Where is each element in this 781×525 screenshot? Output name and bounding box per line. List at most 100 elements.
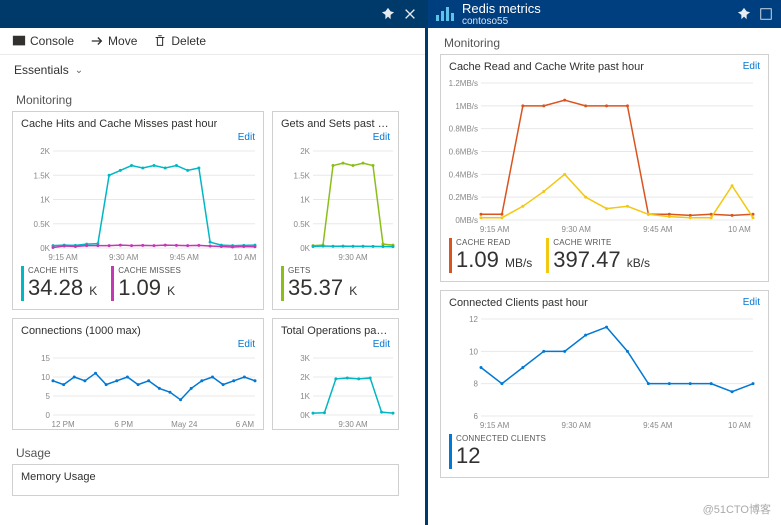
svg-text:9:15 AM: 9:15 AM: [480, 225, 510, 234]
svg-text:9:30 AM: 9:30 AM: [562, 225, 592, 234]
usage-section-label: Usage: [12, 438, 421, 464]
svg-text:9:30 AM: 9:30 AM: [109, 253, 139, 262]
svg-text:9:45 AM: 9:45 AM: [643, 225, 673, 234]
svg-text:8: 8: [474, 380, 479, 389]
pin-icon[interactable]: [737, 7, 751, 21]
tile-title: Gets and Sets past ho...: [281, 118, 390, 130]
svg-text:1.5K: 1.5K: [34, 171, 51, 180]
metric-unit: K: [349, 284, 357, 298]
svg-text:0.2MB/s: 0.2MB/s: [449, 193, 478, 202]
move-button[interactable]: Move: [90, 34, 137, 48]
svg-text:0.6MB/s: 0.6MB/s: [449, 148, 478, 157]
essentials-toggle[interactable]: Essentials ⌄: [0, 55, 425, 85]
metric-value: 397.47: [553, 247, 620, 272]
svg-text:1K: 1K: [40, 196, 50, 205]
svg-text:10 AM: 10 AM: [728, 421, 751, 430]
svg-text:0K: 0K: [40, 244, 50, 253]
svg-text:9:45 AM: 9:45 AM: [643, 421, 673, 430]
metric-unit: kB/s: [627, 256, 650, 270]
svg-text:9:30 AM: 9:30 AM: [562, 421, 592, 430]
pin-icon[interactable]: [381, 7, 395, 21]
svg-text:0MB/s: 0MB/s: [455, 216, 478, 225]
svg-text:1MB/s: 1MB/s: [455, 102, 478, 111]
svg-text:2K: 2K: [40, 147, 50, 156]
metric-label: CACHE MISSES: [118, 266, 181, 275]
chart-total-ops: 0K1K2K3K9:30 AM: [273, 350, 398, 429]
edit-link[interactable]: Edit: [743, 297, 760, 309]
svg-text:9:30 AM: 9:30 AM: [338, 420, 368, 429]
svg-text:6: 6: [474, 412, 479, 421]
svg-text:0K: 0K: [300, 411, 310, 420]
svg-text:6 PM: 6 PM: [114, 420, 133, 429]
svg-text:1.5K: 1.5K: [294, 171, 311, 180]
svg-text:1K: 1K: [300, 392, 310, 401]
delete-icon: [153, 34, 167, 48]
tile-memory-usage[interactable]: Memory Usage: [12, 464, 399, 496]
svg-text:0: 0: [46, 411, 51, 420]
metric-label: CACHE READ: [456, 238, 532, 247]
tile-connections[interactable]: Connections (1000 max) Edit 05101512 PM6…: [12, 318, 264, 430]
svg-text:1.2MB/s: 1.2MB/s: [449, 79, 478, 88]
svg-text:2K: 2K: [300, 373, 310, 382]
console-icon: [12, 34, 26, 48]
metric-value: 1.09: [118, 275, 161, 300]
tile-connected-clients[interactable]: Connected Clients past hour Edit 6 8 10 12 9…: [440, 290, 769, 478]
chart-cache-hm: 0K0.5K1K1.5K2K9:15 AM9:30 AM9:45 AM10 AM: [13, 143, 263, 262]
tile-title: Cache Hits and Cache Misses past hour: [21, 118, 217, 130]
metric-label: GETS: [288, 266, 357, 275]
tile-title: Connected Clients past hour: [449, 297, 588, 309]
chart-cache-rw: 0MB/s 0.2MB/s 0.4MB/s 0.6MB/s 0.8MB/s 1MB/s 1.…: [441, 75, 768, 234]
svg-text:0.4MB/s: 0.4MB/s: [449, 170, 478, 179]
move-icon: [90, 34, 104, 48]
edit-link[interactable]: Edit: [373, 339, 390, 350]
svg-text:12 PM: 12 PM: [52, 420, 75, 429]
metric-unit: K: [89, 284, 97, 298]
metric-label: CACHE HITS: [28, 266, 97, 275]
blade-title: Redis metrics: [462, 1, 541, 16]
watermark: @51CTO博客: [703, 501, 771, 517]
delete-label: Delete: [171, 34, 206, 48]
metric-unit: MB/s: [505, 256, 532, 270]
svg-text:6 AM: 6 AM: [236, 420, 255, 429]
svg-text:5: 5: [46, 392, 51, 401]
edit-link[interactable]: Edit: [743, 61, 760, 73]
svg-text:10: 10: [41, 373, 50, 382]
metric-label: CACHE WRITE: [553, 238, 650, 247]
svg-text:0.5K: 0.5K: [294, 220, 311, 229]
tile-cache-read-write[interactable]: Cache Read and Cache Write past hour Edi…: [440, 54, 769, 282]
edit-link[interactable]: Edit: [238, 339, 255, 350]
metric-value: 1.09: [456, 247, 499, 272]
svg-text:9:30 AM: 9:30 AM: [338, 253, 368, 262]
svg-text:0.8MB/s: 0.8MB/s: [449, 125, 478, 134]
svg-text:10 AM: 10 AM: [728, 225, 751, 234]
chart-connections: 05101512 PM6 PMMay 246 AM: [13, 350, 263, 429]
svg-text:May 24: May 24: [171, 420, 198, 429]
tile-title: Cache Read and Cache Write past hour: [449, 61, 644, 73]
edit-link[interactable]: Edit: [238, 132, 255, 143]
move-label: Move: [108, 34, 137, 48]
close-icon[interactable]: [403, 7, 417, 21]
edit-link[interactable]: Edit: [373, 132, 390, 143]
tile-gets-sets[interactable]: Gets and Sets past ho... Edit 0K0.5K1K1.…: [272, 111, 399, 310]
svg-text:9:15 AM: 9:15 AM: [48, 253, 78, 262]
svg-text:0.5K: 0.5K: [34, 220, 51, 229]
monitoring-section-label: Monitoring: [440, 28, 769, 54]
essentials-label: Essentials: [14, 63, 69, 77]
metric-value: 34.28: [28, 275, 83, 300]
svg-text:2K: 2K: [300, 147, 310, 156]
metric-value: 12: [456, 443, 480, 468]
chart-gets-sets: 0K0.5K1K1.5K2K9:30 AM: [273, 143, 398, 262]
svg-text:1K: 1K: [300, 196, 310, 205]
svg-text:10: 10: [469, 347, 478, 356]
delete-button[interactable]: Delete: [153, 34, 206, 48]
maximize-icon[interactable]: [759, 7, 773, 21]
svg-text:12: 12: [469, 315, 478, 324]
svg-text:9:15 AM: 9:15 AM: [480, 421, 510, 430]
tile-cache-hits-misses[interactable]: Cache Hits and Cache Misses past hour Ed…: [12, 111, 264, 310]
tile-total-ops[interactable]: Total Operations past... Edit 0K1K2K3K9:…: [272, 318, 399, 430]
monitoring-section-label: Monitoring: [12, 85, 421, 111]
toolbar: Console Move Delete: [0, 28, 425, 55]
tile-title: Total Operations past...: [281, 325, 390, 337]
console-button[interactable]: Console: [12, 34, 74, 48]
svg-text:10 AM: 10 AM: [234, 253, 257, 262]
